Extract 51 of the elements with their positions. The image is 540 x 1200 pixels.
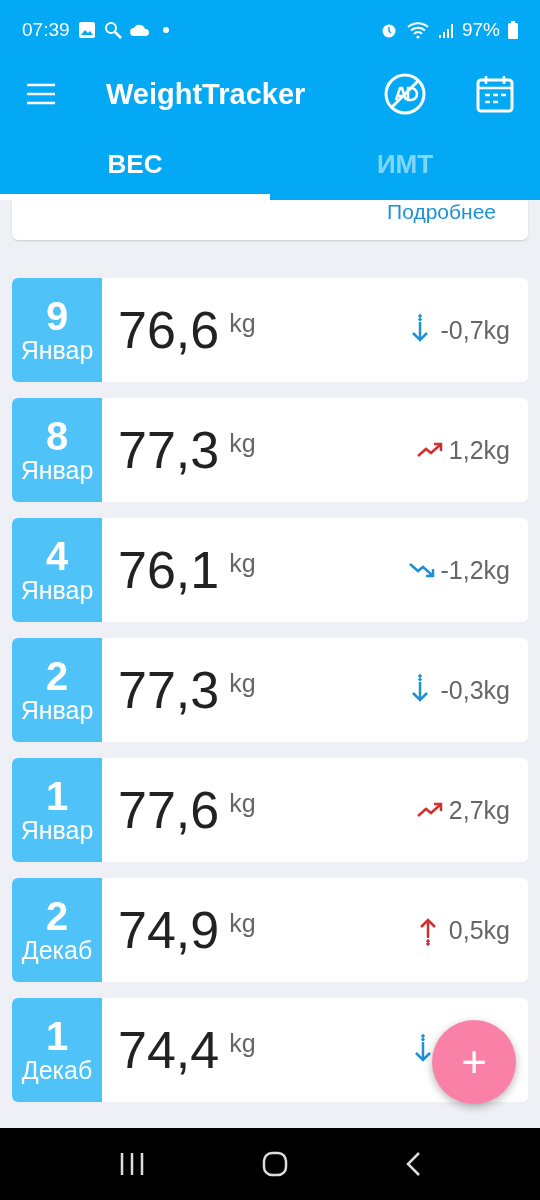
weight-value: 76,6 — [118, 300, 220, 360]
weight-value: 76,1 — [118, 540, 220, 600]
no-ads-icon[interactable] — [384, 73, 426, 115]
day-number: 8 — [45, 415, 69, 458]
month-label: Январ — [20, 697, 94, 725]
weight-value: 77,3 — [118, 420, 220, 480]
weight-change: -0,3kg — [440, 675, 510, 705]
weight-change: 0,5kg — [448, 915, 510, 945]
app-title: WeightTracker — [106, 77, 307, 111]
day-number: 4 — [45, 535, 69, 578]
month-label: Январ — [20, 457, 94, 485]
weight-change: -1,2kg — [440, 555, 510, 585]
menu-icon[interactable] — [26, 83, 56, 105]
weight-unit: kg — [229, 308, 256, 338]
recent-apps-icon[interactable] — [118, 1152, 145, 1176]
month-label: Январ — [20, 577, 94, 605]
weight-unit: kg — [229, 1028, 256, 1058]
calendar-icon[interactable] — [476, 75, 514, 113]
image-icon — [77, 21, 96, 39]
clock: 07:39 — [22, 19, 70, 41]
cloud-icon — [129, 23, 150, 37]
weight-change: 1,2kg — [448, 435, 510, 465]
month-label: Январ — [20, 817, 94, 845]
day-number: 1 — [45, 1015, 69, 1058]
back-icon[interactable] — [405, 1151, 422, 1177]
tab[interactable]: ИМТ — [270, 128, 540, 200]
day-number: 9 — [45, 295, 69, 338]
weight-change: 2,7kg — [448, 795, 510, 825]
weight-change: -0,7kg — [440, 315, 510, 345]
battery-icon — [508, 21, 518, 39]
weight-unit: kg — [229, 668, 256, 698]
details-link[interactable]: Подробнее — [387, 200, 496, 224]
day-number: 2 — [45, 655, 69, 698]
month-label: Декаб — [21, 1057, 93, 1085]
month-label: Январ — [20, 337, 94, 365]
weight-value: 74,9 — [118, 900, 220, 960]
day-number: 2 — [45, 895, 69, 938]
weight-unit: kg — [229, 548, 256, 578]
month-label: Декаб — [21, 937, 93, 965]
weight-unit: kg — [229, 788, 256, 818]
wifi-icon — [405, 21, 430, 39]
weight-value: 74,4 — [118, 1020, 220, 1080]
battery-level: 97% — [461, 19, 500, 41]
search-icon — [103, 21, 122, 39]
signal-icon — [437, 21, 454, 39]
weight-value: 77,3 — [118, 660, 220, 720]
home-icon[interactable] — [262, 1151, 288, 1177]
weight-value: 77,6 — [118, 780, 220, 840]
weight-unit: kg — [229, 428, 256, 458]
day-number: 1 — [45, 775, 69, 818]
weight-unit: kg — [229, 908, 256, 938]
